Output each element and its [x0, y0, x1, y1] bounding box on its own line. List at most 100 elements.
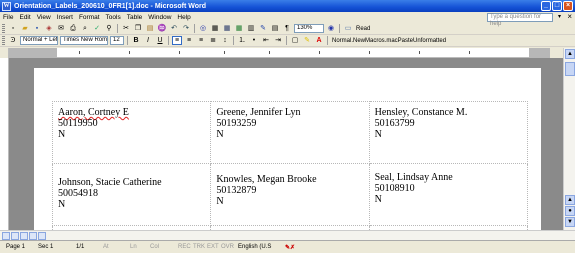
scroll-thumb[interactable] [565, 62, 575, 76]
drawing-icon[interactable]: ✎ [258, 24, 268, 33]
style-select[interactable]: Normal + Left: [20, 36, 58, 45]
research-icon[interactable]: ⚲ [104, 24, 114, 33]
help-dropdown-icon[interactable]: ▾ [558, 13, 561, 20]
increase-indent-icon[interactable]: ⇥ [273, 36, 283, 45]
menu-insert[interactable]: Insert [54, 14, 76, 21]
numbering-icon[interactable]: ⒈ [237, 36, 247, 45]
word-app-icon[interactable]: W [2, 1, 11, 11]
email-icon[interactable]: ✉ [56, 24, 66, 33]
status-ovr[interactable]: OVR [221, 244, 234, 250]
borders-icon[interactable]: ▢ [290, 36, 300, 45]
label-cell[interactable]: Seal, Lindsay Anne 50108910 N [368, 163, 529, 226]
menu-window[interactable]: Window [145, 14, 174, 21]
print-icon[interactable]: ⎙ [68, 24, 78, 33]
excel-icon[interactable]: ▦ [234, 24, 244, 33]
label-flag: N [58, 129, 66, 140]
copy-icon[interactable]: ❐ [133, 24, 143, 33]
hyperlink-icon[interactable]: ◎ [198, 24, 208, 33]
standard-toolbar: ▫ ▰ ▪ ◈ ✉ ⎙ ⌕ ✓ ⚲ ✂ ❐ ▤ ♒ ↶ ↷ ◎ ▦ ▦ ▦ ▥ … [0, 23, 575, 35]
read-icon[interactable]: ▭ [343, 24, 353, 33]
save-icon[interactable]: ▪ [32, 24, 42, 33]
tab-selector[interactable] [0, 48, 9, 58]
toolbar-grip[interactable] [2, 24, 5, 33]
menu-view[interactable]: View [34, 14, 54, 21]
bullets-icon[interactable]: • [249, 36, 259, 45]
line-spacing-icon[interactable]: ↕ [220, 36, 230, 45]
zoom-select[interactable]: 130% [294, 24, 324, 33]
next-page-icon[interactable]: ▼ [565, 217, 575, 227]
menu-file[interactable]: File [0, 14, 16, 21]
reading-layout-view-icon[interactable] [38, 232, 46, 240]
styles-pane-icon[interactable]: Ꜿ [8, 36, 18, 45]
label-cell[interactable]: Johnson, Stacie Catherine 50054918 N [51, 163, 212, 226]
font-select[interactable]: Times New Roman [60, 36, 108, 45]
ruler-margin-right [529, 48, 550, 58]
new-icon[interactable]: ▫ [8, 24, 18, 33]
open-icon[interactable]: ▰ [20, 24, 30, 33]
status-trk[interactable]: TRK [193, 244, 205, 250]
label-cell[interactable]: Hensley, Constance M. 50163799 N [368, 101, 529, 164]
vertical-scrollbar[interactable]: ▲ ▲ ● ▼ [563, 48, 575, 230]
menu-table[interactable]: Table [124, 14, 146, 21]
font-color-button[interactable]: A [314, 36, 324, 45]
label-cell[interactable]: Knowles, Megan Brooke 50132879 N [210, 163, 370, 226]
previous-page-icon[interactable]: ▲ [565, 195, 575, 205]
columns-icon[interactable]: ▥ [246, 24, 256, 33]
maximize-button[interactable]: □ [552, 1, 562, 11]
vertical-ruler[interactable] [0, 58, 9, 230]
normal-view-icon[interactable] [2, 232, 10, 240]
font-size-select[interactable]: 12 [110, 36, 124, 45]
close-button[interactable]: × [563, 1, 573, 11]
web-layout-view-icon[interactable] [11, 232, 19, 240]
select-browse-object-icon[interactable]: ● [565, 206, 575, 216]
print-layout-view-icon[interactable] [20, 232, 28, 240]
underline-button[interactable]: U [155, 36, 165, 45]
show-hide-icon[interactable]: ¶ [282, 24, 292, 33]
minimize-button[interactable]: _ [541, 1, 551, 11]
bold-button[interactable]: B [131, 36, 141, 45]
scroll-up-icon[interactable]: ▲ [565, 49, 575, 59]
menu-help[interactable]: Help [174, 14, 193, 21]
undo-icon[interactable]: ↶ [169, 24, 179, 33]
macro-button[interactable]: Normal.NewMacros.macPasteUnformatted [332, 38, 446, 44]
label-name: Seal, Lindsay Anne [374, 172, 453, 183]
help-search-input[interactable]: Type a question for help [487, 13, 553, 27]
document-map-icon[interactable]: ▤ [270, 24, 280, 33]
help-icon[interactable]: ◉ [326, 24, 336, 33]
toolbar-separator [286, 36, 287, 45]
document-area[interactable]: Aaron, Cortney E 50119950 N Greene, Jenn… [9, 58, 563, 230]
format-painter-icon[interactable]: ♒ [157, 24, 167, 33]
status-ext[interactable]: EXT [207, 244, 219, 250]
insert-table-icon[interactable]: ▦ [222, 24, 232, 33]
menu-tools[interactable]: Tools [103, 14, 124, 21]
outline-view-icon[interactable] [29, 232, 37, 240]
menu-format[interactable]: Format [76, 14, 103, 21]
toolbar-grip[interactable] [2, 36, 5, 45]
highlight-icon[interactable]: ✎ [302, 36, 312, 45]
horizontal-scrollbar[interactable] [0, 230, 575, 240]
permission-icon[interactable]: ◈ [44, 24, 54, 33]
label-cell[interactable]: Greene, Jennifer Lyn 50193259 N [210, 101, 370, 164]
align-left-icon[interactable]: ≡ [172, 36, 182, 45]
align-center-icon[interactable]: ≡ [184, 36, 194, 45]
tables-borders-icon[interactable]: ▦ [210, 24, 220, 33]
decrease-indent-icon[interactable]: ⇤ [261, 36, 271, 45]
label-cell[interactable]: Aaron, Cortney E 50119950 N [51, 101, 212, 164]
status-rec[interactable]: REC [178, 244, 191, 250]
read-button[interactable]: Read [356, 26, 370, 32]
paste-icon[interactable]: ▤ [145, 24, 155, 33]
align-right-icon[interactable]: ≡ [196, 36, 206, 45]
italic-button[interactable]: I [143, 36, 153, 45]
document-close-button[interactable]: × [567, 12, 572, 21]
label-flag: N [216, 129, 224, 140]
document-page[interactable]: Aaron, Cortney E 50119950 N Greene, Jenn… [34, 68, 541, 230]
print-preview-icon[interactable]: ⌕ [80, 24, 90, 33]
redo-icon[interactable]: ↷ [181, 24, 191, 33]
ruler-tick [319, 51, 320, 54]
spelling-icon[interactable]: ✓ [92, 24, 102, 33]
menu-edit[interactable]: Edit [16, 14, 33, 21]
horizontal-ruler[interactable] [9, 48, 550, 58]
spell-check-icon[interactable]: ✎✗ [285, 244, 295, 251]
justify-icon[interactable]: ≣ [208, 36, 218, 45]
cut-icon[interactable]: ✂ [121, 24, 131, 33]
